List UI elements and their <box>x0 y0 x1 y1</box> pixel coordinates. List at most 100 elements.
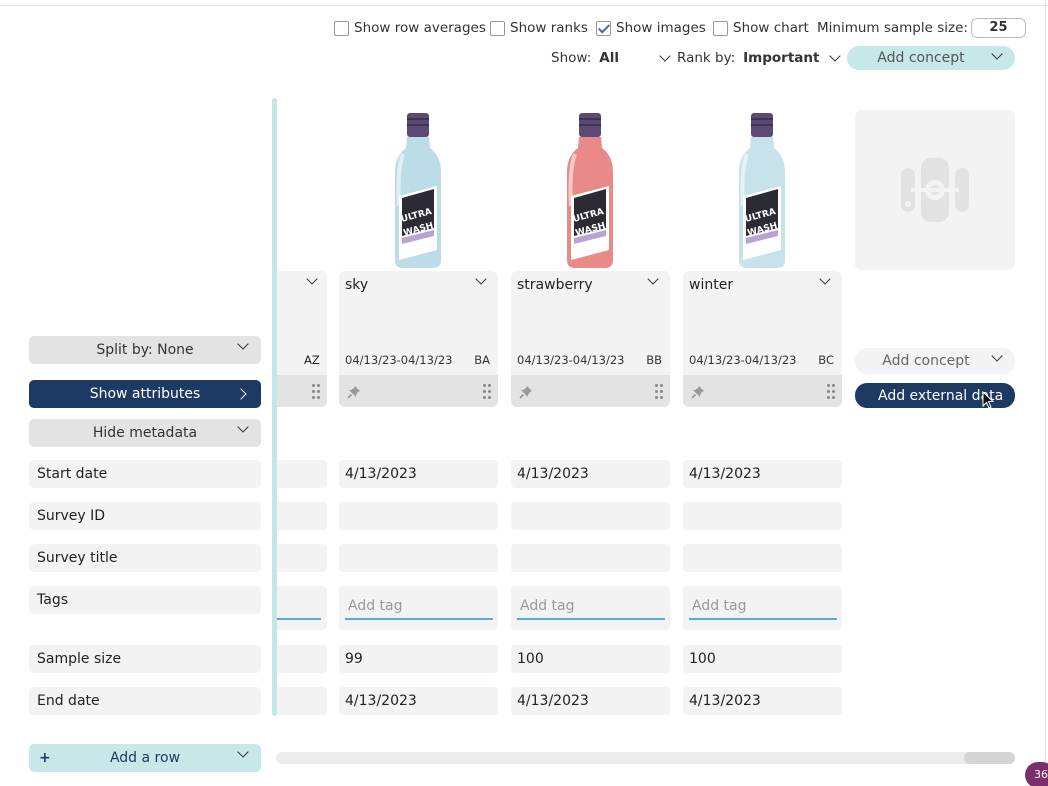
concept-action-bar <box>339 375 498 407</box>
tag-underline <box>277 618 321 620</box>
concept-action-bar <box>511 375 670 407</box>
add-tag-input[interactable]: Add tag <box>345 594 493 620</box>
sample-size-cell: 100 <box>683 645 842 673</box>
chevron-right-icon <box>235 388 247 400</box>
partial-cell <box>277 687 327 715</box>
survey-title-cell <box>339 544 498 572</box>
chart-checkbox[interactable] <box>713 20 728 36</box>
partial-concept-column: AZ <box>277 271 327 407</box>
partial-cell <box>277 460 327 488</box>
partial-tag-cell <box>277 586 327 630</box>
pin-icon[interactable] <box>691 384 705 399</box>
tags-cell: Add tag <box>339 586 498 630</box>
concept-action-bar <box>683 375 842 407</box>
drag-handle-icon[interactable] <box>655 384 663 399</box>
product-image: ULTRA WASH <box>555 110 625 270</box>
horizontal-scrollbar[interactable] <box>276 752 1015 764</box>
row-label-survey-title: Survey title <box>29 544 261 572</box>
image-placeholder <box>855 110 1015 270</box>
min-sample-label: Minimum sample size: <box>817 20 968 36</box>
survey-title-cell <box>511 544 670 572</box>
add-tag-input[interactable]: Add tag <box>689 594 837 620</box>
tags-cell: Add tag <box>511 586 670 630</box>
ranks-label: Show ranks <box>510 20 588 36</box>
sample-size-cell: 99 <box>339 645 498 673</box>
image-placeholder-icon <box>901 158 969 222</box>
pin-icon[interactable] <box>347 384 361 399</box>
row-averages-label: Show row averages <box>354 20 486 36</box>
bottle-image: ULTRA WASH <box>739 113 785 268</box>
add-concept-top-label: Add concept <box>877 50 965 66</box>
ranks-checkbox[interactable] <box>490 20 505 36</box>
mouse-cursor-icon <box>982 391 995 409</box>
images-checkbox[interactable] <box>596 20 611 36</box>
drag-handle-icon[interactable] <box>312 384 320 399</box>
add-tag-input[interactable]: Add tag <box>517 594 665 620</box>
chevron-down-icon[interactable] <box>475 273 487 285</box>
images-label: Show images <box>616 20 706 36</box>
add-row-dropdown[interactable]: + Add a row <box>29 744 261 772</box>
chevron-down-icon[interactable] <box>819 273 831 285</box>
chevron-down-icon <box>659 50 671 62</box>
images-option[interactable]: Show images <box>596 19 706 37</box>
plus-icon: + <box>39 750 51 766</box>
concept-name: winter <box>689 277 734 293</box>
concept-card: winter 04/13/23-04/13/23 BC <box>683 271 842 375</box>
row-averages-checkbox[interactable] <box>334 20 349 36</box>
chevron-down-icon <box>991 350 1003 362</box>
add-row-label: Add a row <box>109 750 181 766</box>
rank-by-label: Rank by: <box>677 50 736 66</box>
concept-name: sky <box>345 277 369 293</box>
row-label-end-date: End date <box>29 687 261 715</box>
drag-handle-icon[interactable] <box>827 384 835 399</box>
split-by-dropdown[interactable]: Split by: None <box>29 336 261 364</box>
rank-by-dropdown[interactable]: Rank by: Important <box>677 49 842 67</box>
chevron-down-icon[interactable] <box>306 273 318 285</box>
chevron-down-icon <box>991 48 1003 60</box>
concept-card: strawberry 04/13/23-04/13/23 BB <box>511 271 670 375</box>
show-dropdown[interactable]: Show: All <box>551 49 671 67</box>
survey-title-cell <box>683 544 842 572</box>
tags-cell: Add tag <box>683 586 842 630</box>
chevron-down-icon <box>237 338 249 350</box>
row-averages-option[interactable]: Show row averages <box>334 19 486 37</box>
chevron-down-icon[interactable] <box>647 273 659 285</box>
chart-option[interactable]: Show chart <box>713 19 809 37</box>
partial-concept-bar <box>277 375 327 407</box>
start-date-cell: 4/13/2023 <box>339 460 498 488</box>
survey-id-cell <box>511 502 670 530</box>
add-concept-top-button[interactable]: Add concept <box>847 46 1015 70</box>
chevron-down-icon <box>829 50 842 62</box>
concept-code: BA <box>474 353 490 367</box>
start-date-cell: 4/13/2023 <box>511 460 670 488</box>
chart-label: Show chart <box>733 20 809 36</box>
scrollbar-thumb[interactable] <box>964 752 1015 764</box>
drag-handle-icon[interactable] <box>483 384 491 399</box>
survey-id-cell <box>339 502 498 530</box>
hide-metadata-dropdown[interactable]: Hide metadata <box>29 419 261 447</box>
concept-date-range: 04/13/23-04/13/23 <box>689 353 797 367</box>
notification-badge[interactable]: 36 <box>1025 762 1048 786</box>
bottle-image: ULTRA WASH <box>567 113 613 268</box>
partial-cell <box>277 645 327 673</box>
ranks-option[interactable]: Show ranks <box>490 19 588 37</box>
row-label-sample-size: Sample size <box>29 645 261 673</box>
min-sample-input[interactable]: 25 <box>970 18 1026 38</box>
row-label-survey-id: Survey ID <box>29 502 261 530</box>
end-date-cell: 4/13/2023 <box>683 687 842 715</box>
add-concept-label: Add concept <box>882 353 970 369</box>
concept-name: strawberry <box>517 277 593 293</box>
concept-code: BC <box>818 353 834 367</box>
show-attributes-button[interactable]: Show attributes <box>29 380 261 408</box>
min-sample-option: Minimum sample size: 25 <box>817 18 1026 38</box>
partial-concept-card: AZ <box>277 271 327 375</box>
row-label-tags: Tags <box>29 586 261 614</box>
rank-by-value: Important <box>743 50 820 66</box>
show-label: Show: <box>551 50 592 66</box>
hide-metadata-label: Hide metadata <box>92 425 198 441</box>
survey-id-cell <box>683 502 842 530</box>
end-date-cell: 4/13/2023 <box>339 687 498 715</box>
pin-icon[interactable] <box>519 384 533 399</box>
show-attributes-label: Show attributes <box>89 386 201 402</box>
add-concept-button[interactable]: Add concept <box>855 348 1015 374</box>
